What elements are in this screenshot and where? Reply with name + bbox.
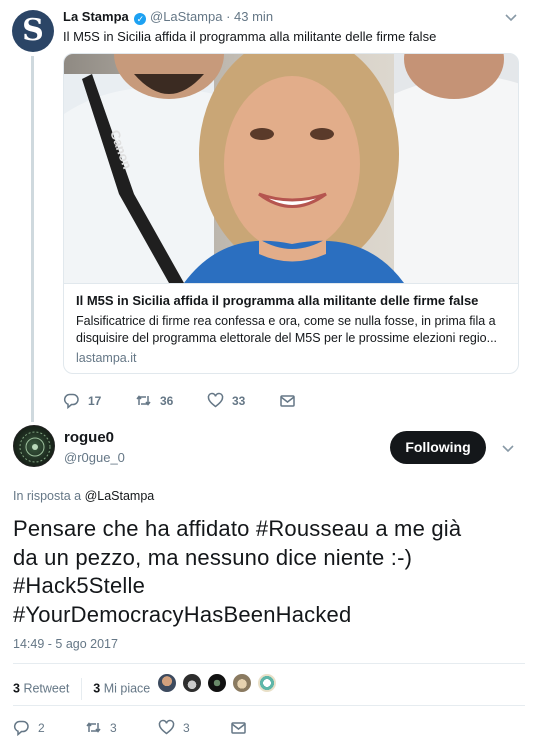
- likes-count[interactable]: 3: [93, 681, 100, 695]
- retweet-icon: [86, 722, 101, 733]
- parent-author-handle[interactable]: @LaStampa: [150, 9, 222, 24]
- tweet-stats: 3 Retweet 3 Mi piace: [13, 678, 150, 700]
- chevron-down-icon[interactable]: [503, 9, 519, 25]
- liker-avatar[interactable]: [231, 672, 253, 694]
- liker-avatar[interactable]: [206, 672, 228, 694]
- parent-tweet-text: Il M5S in Sicilia affida il programma al…: [63, 29, 437, 44]
- tweet-text: Pensare che ha affidato #Rousseau a me g…: [13, 515, 523, 629]
- parent-tweet-header: La Stampa ✓ @LaStampa · 43 min: [63, 9, 273, 25]
- retweet-icon: [136, 395, 151, 406]
- liker-avatar[interactable]: [256, 672, 278, 694]
- like-icon: [207, 392, 224, 408]
- link-card[interactable]: Canon Il M5S in Sicilia affida il progra…: [63, 53, 519, 374]
- parent-retweet-count: 36: [160, 393, 174, 408]
- verified-icon: ✓: [134, 13, 147, 25]
- following-button[interactable]: Following: [390, 431, 486, 464]
- thread-connector: [31, 56, 34, 422]
- reply-icon: [63, 393, 79, 409]
- tweet-reply-action[interactable]: 2: [13, 719, 45, 736]
- tweet-message-action[interactable]: [230, 719, 247, 736]
- card-body: Il M5S in Sicilia affida il programma al…: [64, 283, 518, 373]
- tweet-timestamp[interactable]: 14:49 - 5 ago 2017: [13, 637, 118, 651]
- tweet-text-line: Pensare che ha affidato #Rousseau a me g…: [13, 516, 462, 541]
- divider: [13, 705, 525, 706]
- card-photo: Canon: [64, 54, 518, 283]
- retweets-count[interactable]: 3: [13, 681, 20, 695]
- stats-separator: [80, 678, 82, 700]
- liker-avatar[interactable]: [181, 672, 203, 694]
- parent-author-name[interactable]: La Stampa: [63, 9, 129, 24]
- tweet-retweet-action[interactable]: 3: [85, 719, 117, 736]
- parent-reply-count: 17: [88, 393, 102, 408]
- parent-reply-action[interactable]: 17: [63, 392, 101, 409]
- tweet-text-line: da un pezzo, ma nessuno dice niente :-): [13, 544, 413, 570]
- reply-prefix: In risposta a: [13, 489, 82, 503]
- tweet-like-action[interactable]: 3: [158, 719, 190, 736]
- message-icon: [280, 395, 295, 407]
- parent-like-count: 33: [232, 393, 246, 408]
- card-domain[interactable]: lastampa.it: [76, 351, 508, 365]
- divider: [13, 663, 525, 664]
- card-title[interactable]: Il M5S in Sicilia affida il programma al…: [76, 292, 508, 310]
- retweets-label[interactable]: Retweet: [23, 681, 69, 695]
- reply-context: In risposta a @LaStampa: [13, 489, 154, 503]
- tweet-like-count: 3: [183, 720, 190, 735]
- parent-timestamp[interactable]: · 43 min: [226, 9, 273, 24]
- chevron-down-icon[interactable]: [500, 440, 516, 456]
- tweet-author-handle[interactable]: @r0gue_0: [64, 450, 125, 465]
- parent-like-action[interactable]: 33: [207, 392, 245, 409]
- parent-message-action[interactable]: [279, 392, 296, 409]
- tweet-text-line[interactable]: #YourDemocracyHasBeenHacked: [13, 601, 523, 630]
- tweet-author-name[interactable]: rogue0: [64, 429, 114, 446]
- tweet-retweet-count: 3: [110, 720, 117, 735]
- liker-avatar[interactable]: [156, 672, 178, 694]
- lastampa-avatar[interactable]: S: [12, 10, 54, 52]
- reply-to-link[interactable]: @LaStampa: [85, 489, 155, 503]
- rogue0-avatar[interactable]: [13, 425, 55, 467]
- message-icon: [231, 722, 246, 734]
- tweet-reply-count: 2: [38, 720, 45, 735]
- reply-icon: [13, 720, 29, 736]
- likes-label[interactable]: Mi piace: [104, 681, 151, 695]
- card-description: Falsificatrice di firme rea confessa e o…: [76, 314, 498, 345]
- parent-retweet-action[interactable]: 36: [135, 392, 173, 409]
- like-icon: [158, 719, 175, 735]
- tweet-text-line[interactable]: #Hack5Stelle: [13, 572, 523, 601]
